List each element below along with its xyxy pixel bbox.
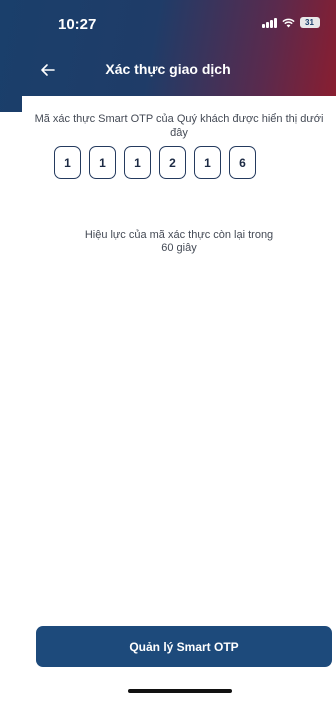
- otp-digit: 1: [194, 146, 221, 179]
- otp-digit: 1: [124, 146, 151, 179]
- page-title: Xác thực giao dịch: [105, 61, 231, 77]
- otp-digit: 1: [89, 146, 116, 179]
- status-icons: 31: [262, 17, 320, 28]
- wifi-icon: [281, 18, 295, 27]
- otp-digit: 2: [159, 146, 186, 179]
- validity-seconds: 60 giây: [161, 242, 197, 254]
- home-indicator: [128, 689, 232, 693]
- otp-description: Mã xác thực Smart OTP của Quý khách được…: [34, 113, 324, 139]
- manage-smart-otp-button[interactable]: Quản lý Smart OTP: [36, 626, 332, 667]
- otp-validity: Hiệu lực của mã xác thực còn lại trong 6…: [22, 229, 336, 255]
- status-time: 10:27: [58, 16, 97, 33]
- battery-icon: 31: [299, 17, 320, 28]
- otp-code-row: 1 1 1 2 1 6: [54, 146, 256, 179]
- otp-digit: 1: [54, 146, 81, 179]
- validity-text: Hiệu lực của mã xác thực còn lại trong: [84, 229, 274, 241]
- phone-screen: 10:27 31 Xác thực giao dịch Mã xác thực …: [0, 0, 336, 705]
- otp-digit: 6: [229, 146, 256, 179]
- navigation-bar: Xác thực giao dịch: [0, 56, 336, 86]
- signal-icon: [262, 17, 277, 28]
- content-card: Mã xác thực Smart OTP của Quý khách được…: [22, 96, 336, 705]
- status-bar: 10:27 31: [0, 0, 336, 48]
